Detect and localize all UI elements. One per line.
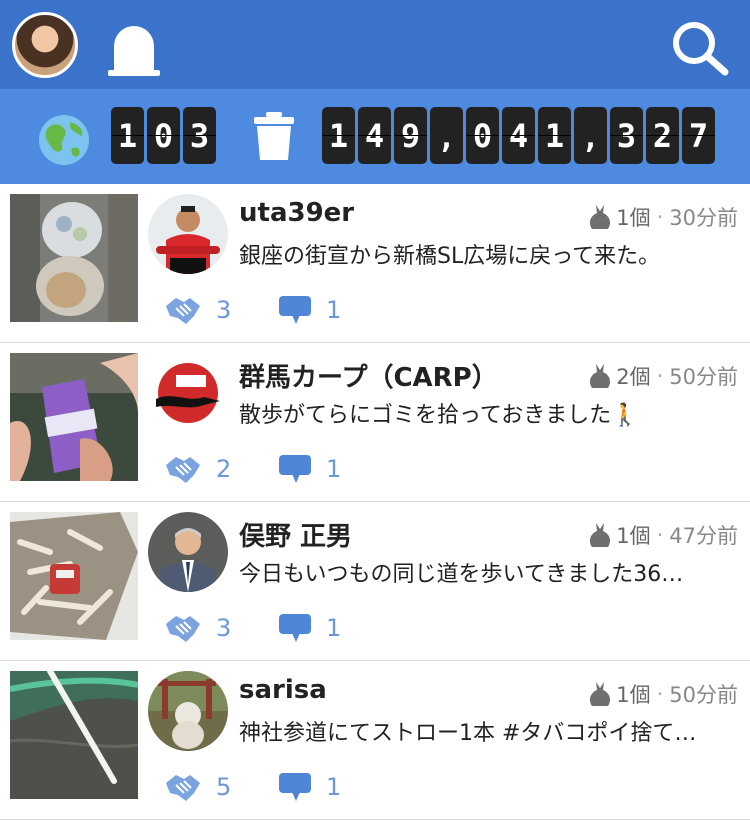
separator-dot: · xyxy=(656,364,664,388)
counter-digit: 1 xyxy=(111,107,144,164)
separator-dot: · xyxy=(656,523,664,547)
username[interactable]: 群馬カープ（CARP） xyxy=(239,357,498,394)
thanks-count: 2 xyxy=(216,455,232,483)
post-item[interactable]: 俣野 正男 1個 · 47分前 今日もいつもの同じ道を歩いてきました36… 3 … xyxy=(0,502,750,661)
comment-icon[interactable] xyxy=(278,454,312,484)
post-time: 47分前 xyxy=(669,524,738,548)
garbage-bag-icon xyxy=(590,205,611,229)
trash-counter: 149,041,327 xyxy=(322,107,715,164)
separator-dot: · xyxy=(656,682,664,706)
comment-count: 1 xyxy=(326,614,342,642)
thanks-count: 3 xyxy=(216,614,232,642)
user-avatar[interactable] xyxy=(148,671,228,751)
post-photo[interactable] xyxy=(10,353,138,481)
garbage-bag-icon xyxy=(590,682,611,706)
counter-digit: 2 xyxy=(646,107,679,164)
post-actions: 2 1 xyxy=(164,453,386,485)
post-message[interactable]: 銀座の街宣から新橋SL広場に戻って来た。 xyxy=(239,238,739,270)
bag-count: 1個 xyxy=(616,206,651,230)
post-time: 50分前 xyxy=(669,683,738,707)
garbage-bag-icon xyxy=(590,523,611,547)
post-message[interactable]: 散歩がてらにゴミを拾っておきました🚶 xyxy=(239,397,739,429)
counter-digit: 3 xyxy=(183,107,216,164)
comment-count: 1 xyxy=(326,296,342,324)
user-avatar[interactable] xyxy=(148,512,228,592)
comment-icon[interactable] xyxy=(278,295,312,325)
post-message[interactable]: 今日もいつもの同じ道を歩いてきました36… xyxy=(239,556,739,588)
bag-count: 2個 xyxy=(616,365,651,389)
counter-digit: 1 xyxy=(322,107,355,164)
username[interactable]: uta39er xyxy=(239,198,354,228)
tombstone-icon[interactable] xyxy=(108,22,160,76)
post-meta: 1個 · 30分前 xyxy=(588,202,738,232)
people-counter: 103 xyxy=(111,107,216,164)
post-item[interactable]: 群馬カープ（CARP） 2個 · 50分前 散歩がてらにゴミを拾っておきました🚶… xyxy=(0,343,750,502)
comment-count: 1 xyxy=(326,773,342,801)
post-feed: uta39er 1個 · 30分前 銀座の街宣から新橋SL広場に戻って来た。 3… xyxy=(0,184,750,820)
post-meta: 1個 · 47分前 xyxy=(588,520,738,550)
post-photo[interactable] xyxy=(10,194,138,322)
username[interactable]: sarisa xyxy=(239,675,327,705)
counter-digit: 7 xyxy=(682,107,715,164)
post-item[interactable]: uta39er 1個 · 30分前 銀座の街宣から新橋SL広場に戻って来た。 3… xyxy=(0,184,750,343)
post-message[interactable]: 神社参道にてストロー1本 #タバコポイ捨て… xyxy=(239,715,739,747)
username[interactable]: 俣野 正男 xyxy=(239,516,352,553)
post-photo[interactable] xyxy=(10,512,138,640)
search-icon[interactable] xyxy=(670,20,730,76)
post-meta: 2個 · 50分前 xyxy=(588,361,738,391)
post-time: 50分前 xyxy=(669,365,738,389)
handshake-icon[interactable] xyxy=(164,294,202,326)
post-time: 30分前 xyxy=(669,206,738,230)
post-actions: 3 1 xyxy=(164,612,386,644)
counter-separator: , xyxy=(430,107,463,164)
post-actions: 3 1 xyxy=(164,294,386,326)
post-meta: 1個 · 50分前 xyxy=(588,679,738,709)
handshake-icon[interactable] xyxy=(164,453,202,485)
counter-digit: 4 xyxy=(502,107,535,164)
comment-icon[interactable] xyxy=(278,772,312,802)
counter-separator: , xyxy=(574,107,607,164)
top-bar xyxy=(0,0,750,88)
user-avatar[interactable] xyxy=(148,194,228,274)
counter-digit: 3 xyxy=(610,107,643,164)
counter-digit: 9 xyxy=(394,107,427,164)
bag-count: 1個 xyxy=(616,524,651,548)
post-photo[interactable] xyxy=(10,671,138,799)
comment-icon[interactable] xyxy=(278,613,312,643)
counter-digit: 4 xyxy=(358,107,391,164)
garbage-bag-icon xyxy=(590,364,611,388)
globe-icon xyxy=(39,115,89,165)
bag-count: 1個 xyxy=(616,683,651,707)
profile-avatar[interactable] xyxy=(12,12,78,78)
counter-digit: 0 xyxy=(466,107,499,164)
handshake-icon[interactable] xyxy=(164,771,202,803)
separator-dot: · xyxy=(656,205,664,229)
handshake-icon[interactable] xyxy=(164,612,202,644)
comment-count: 1 xyxy=(326,455,342,483)
user-avatar[interactable] xyxy=(148,353,228,433)
counter-digit: 1 xyxy=(538,107,571,164)
trash-icon xyxy=(254,112,294,160)
post-actions: 5 1 xyxy=(164,771,386,803)
thanks-count: 5 xyxy=(216,773,232,801)
counter-digit: 0 xyxy=(147,107,180,164)
thanks-count: 3 xyxy=(216,296,232,324)
post-item[interactable]: sarisa 1個 · 50分前 神社参道にてストロー1本 #タバコポイ捨て… … xyxy=(0,661,750,820)
